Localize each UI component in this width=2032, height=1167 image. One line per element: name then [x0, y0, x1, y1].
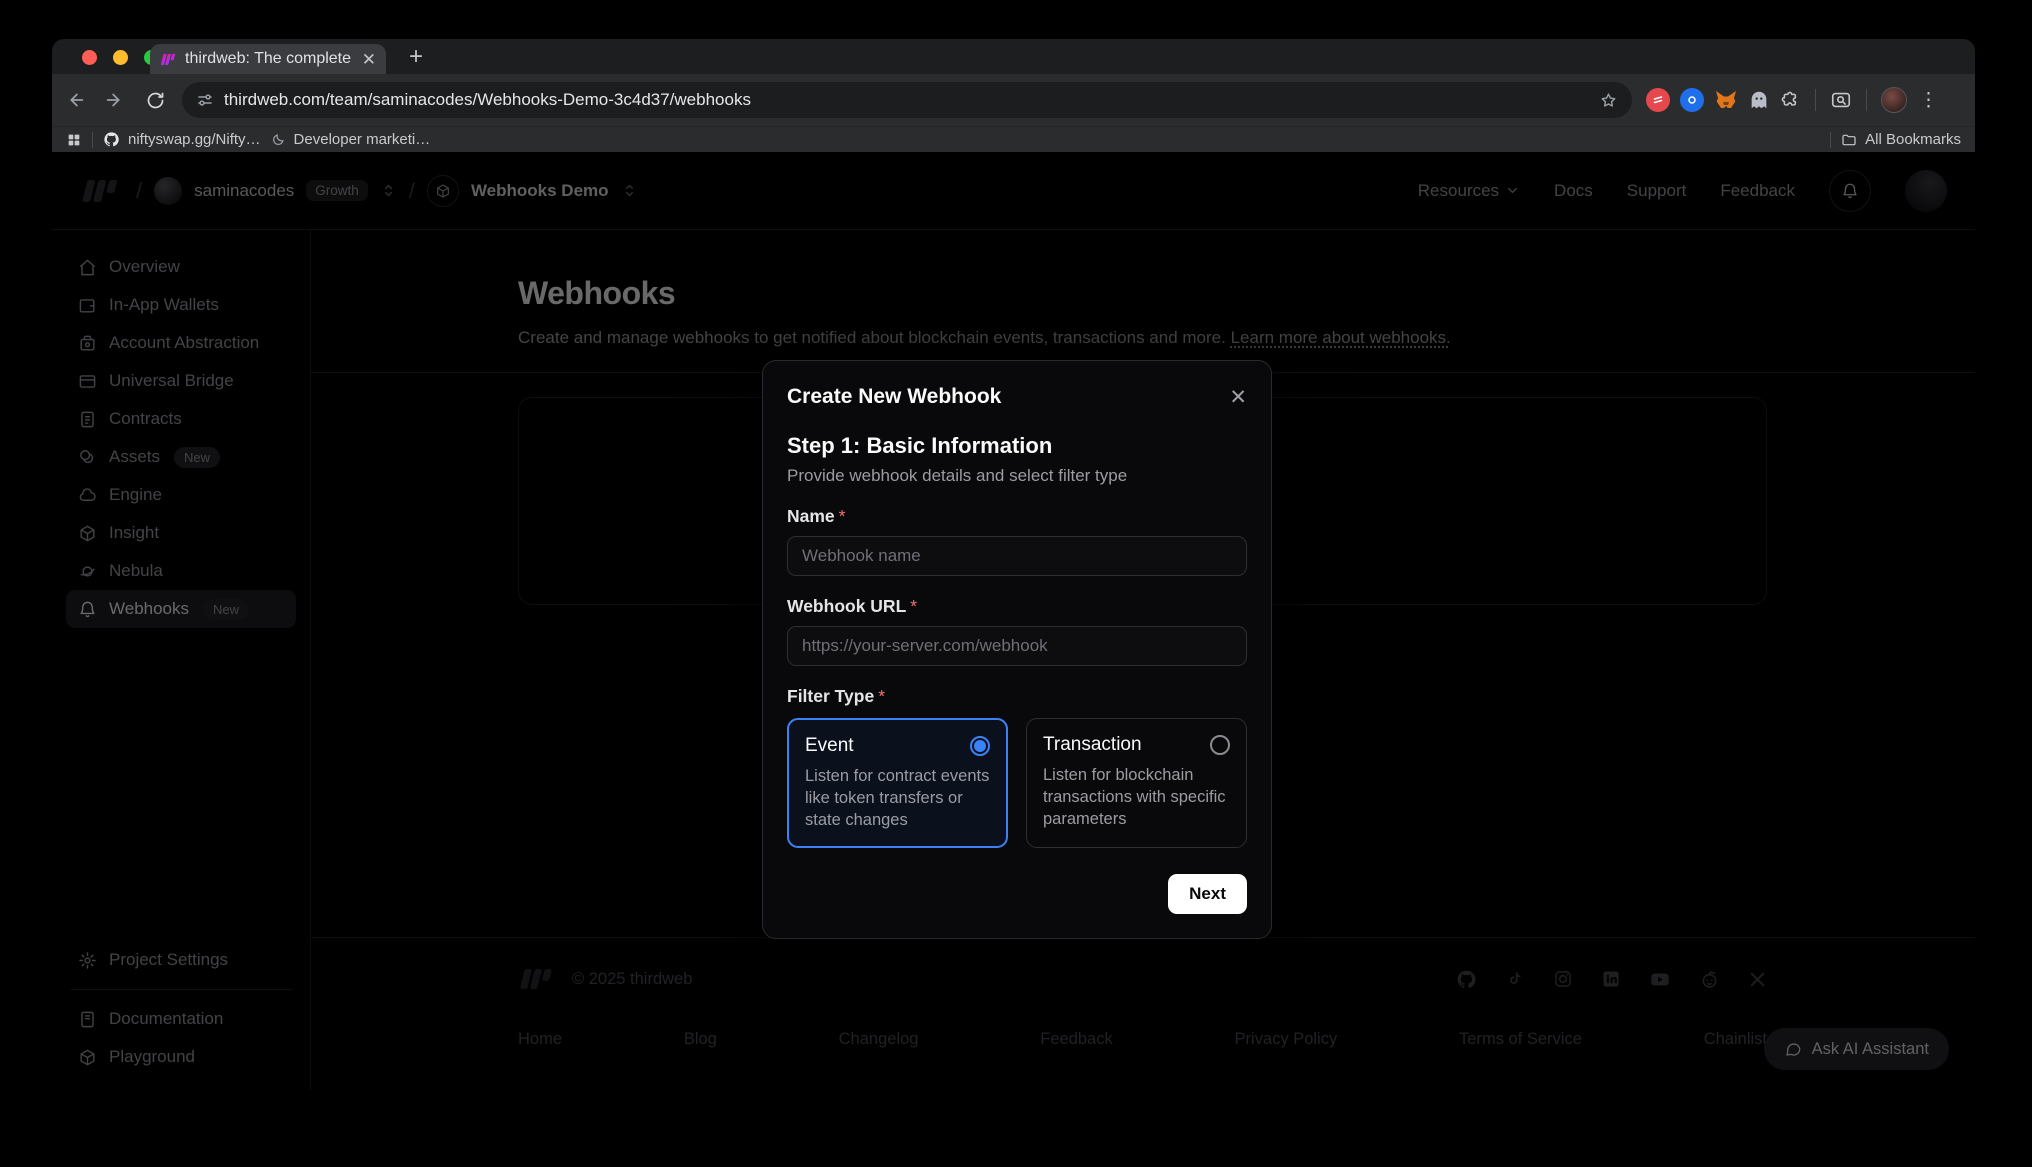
browser-window: thirdweb: The complete web3 ✕ + thirdweb…	[52, 39, 1975, 1090]
filter-type-event-card[interactable]: Event Listen for contract events like to…	[787, 718, 1008, 848]
filter-type-label: Filter Type*	[787, 686, 1247, 707]
forward-icon	[104, 89, 126, 111]
github-icon	[103, 131, 120, 148]
thirdweb-favicon	[160, 51, 177, 68]
window-close-button[interactable]	[82, 50, 97, 65]
webhook-name-input[interactable]	[787, 536, 1247, 576]
window-minimize-button[interactable]	[113, 50, 128, 65]
event-radio[interactable]	[970, 736, 990, 756]
event-card-description: Listen for contract events like token tr…	[805, 766, 990, 831]
window-controls	[82, 50, 159, 65]
url-text: thirdweb.com/team/saminacodes/Webhooks-D…	[224, 90, 1589, 110]
required-mark: *	[839, 506, 846, 526]
webhook-url-input[interactable]	[787, 626, 1247, 666]
reload-button[interactable]	[138, 83, 172, 117]
required-mark: *	[910, 596, 917, 616]
phantom-icon[interactable]	[1748, 89, 1770, 111]
transaction-radio[interactable]	[1210, 735, 1230, 755]
extension-icon-blue[interactable]	[1680, 88, 1704, 112]
back-button[interactable]	[58, 83, 92, 117]
filter-type-transaction-card[interactable]: Transaction Listen for blockchain transa…	[1026, 718, 1247, 848]
bookmark-star-icon[interactable]	[1599, 91, 1618, 110]
name-label: Name*	[787, 506, 1247, 527]
all-bookmarks-button[interactable]: All Bookmarks	[1841, 131, 1961, 148]
site-settings-icon[interactable]	[196, 91, 214, 109]
bookmarks-divider	[1830, 132, 1831, 148]
address-bar[interactable]: thirdweb.com/team/saminacodes/Webhooks-D…	[182, 82, 1632, 118]
modal-close-icon[interactable]: ✕	[1229, 387, 1247, 408]
metamask-icon[interactable]	[1714, 88, 1738, 112]
browser-tab[interactable]: thirdweb: The complete web3 ✕	[150, 44, 386, 74]
webhook-url-label: Webhook URL*	[787, 596, 1247, 617]
bookmarks-divider	[92, 132, 93, 148]
extensions-puzzle-icon[interactable]	[1780, 90, 1801, 111]
desktop-background: thirdweb: The complete web3 ✕ + thirdweb…	[0, 0, 2032, 1167]
folder-icon	[1841, 132, 1857, 148]
browser-toolbar: thirdweb.com/team/saminacodes/Webhooks-D…	[52, 74, 1975, 126]
step-title: Step 1: Basic Information	[787, 433, 1247, 459]
bookmark-item-developer-marketing[interactable]: Developer marketi…	[271, 131, 431, 148]
chrome-menu-icon[interactable]: ⋮	[1919, 89, 1938, 112]
next-button[interactable]: Next	[1168, 874, 1247, 914]
apps-grid-icon[interactable]	[66, 132, 82, 148]
chrome-profile-avatar[interactable]	[1881, 87, 1907, 113]
step-subtitle: Provide webhook details and select filte…	[787, 466, 1247, 486]
toolbar-divider	[1815, 89, 1816, 111]
event-card-title: Event	[805, 735, 854, 757]
toolbar-divider	[1866, 89, 1867, 111]
reload-icon	[145, 90, 166, 111]
tab-search-icon[interactable]	[1830, 89, 1852, 111]
tab-strip: thirdweb: The complete web3 ✕ +	[52, 39, 1975, 74]
bookmark-item-niftyswap[interactable]: niftyswap.gg/Nifty…	[103, 131, 261, 148]
tab-title: thirdweb: The complete web3	[185, 50, 354, 68]
extension-icon-red[interactable]	[1646, 88, 1670, 112]
bookmarks-bar: niftyswap.gg/Nifty… Developer marketi… A…	[52, 126, 1975, 152]
modal-title: Create New Webhook	[787, 385, 1001, 409]
new-tab-button[interactable]: +	[402, 43, 430, 71]
extension-icons: ⋮	[1646, 87, 1948, 113]
transaction-card-title: Transaction	[1043, 734, 1142, 756]
transaction-card-description: Listen for blockchain transactions with …	[1043, 765, 1230, 830]
forward-button[interactable]	[98, 83, 132, 117]
required-mark: *	[878, 686, 885, 706]
page-viewport: / saminacodes Growth / Webhooks Demo	[52, 152, 1975, 1090]
create-webhook-modal: Create New Webhook ✕ Step 1: Basic Infor…	[762, 360, 1272, 939]
moon-favicon-icon	[271, 132, 286, 147]
tab-close-icon[interactable]: ✕	[362, 51, 376, 68]
back-icon	[64, 89, 86, 111]
